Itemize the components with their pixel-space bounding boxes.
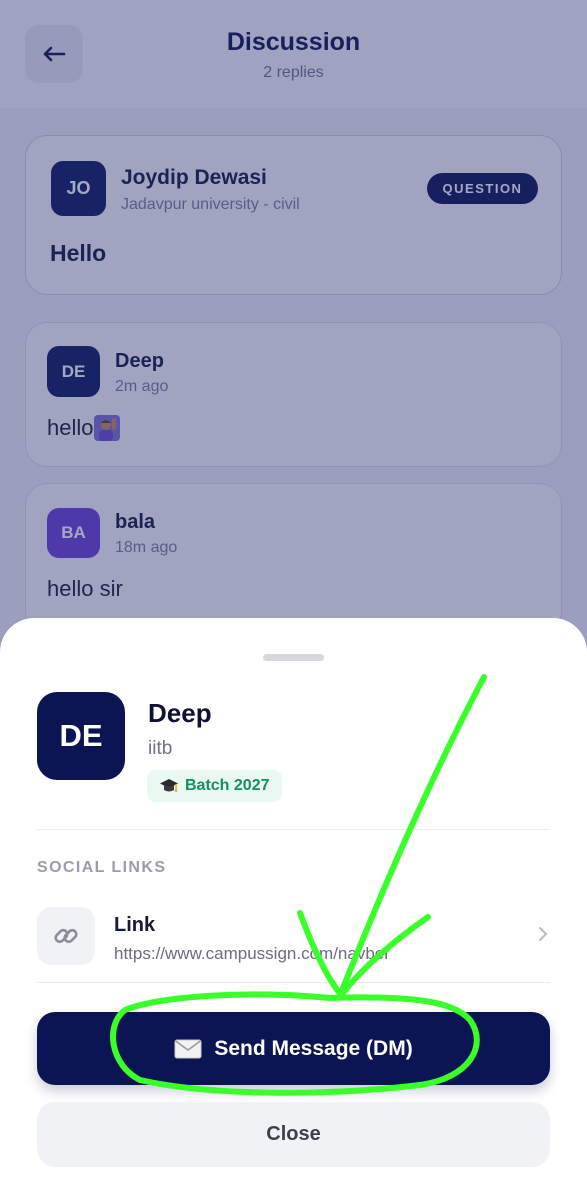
divider xyxy=(37,982,550,983)
divider xyxy=(37,829,550,830)
chevron-right-icon xyxy=(539,927,548,941)
link-url[interactable]: https://www.campussign.com/navber xyxy=(114,944,390,964)
batch-label: Batch 2027 xyxy=(185,777,270,794)
link-title: Link xyxy=(114,914,156,936)
profile-avatar: DE xyxy=(37,692,125,780)
batch-badge: Batch 2027 xyxy=(147,770,282,802)
close-button[interactable]: Close xyxy=(37,1102,550,1167)
profile-school: iitb xyxy=(148,738,173,759)
chain-link-icon xyxy=(54,928,78,944)
profile-bottom-sheet: DE Deep iitb Batch 2027 SOCIAL LINKS Lin… xyxy=(0,618,587,1199)
send-dm-button[interactable]: Send Message (DM) xyxy=(37,1012,550,1085)
profile-name: Deep xyxy=(148,698,212,728)
send-dm-label: Send Message (DM) xyxy=(214,1036,413,1060)
envelope-icon xyxy=(174,1039,202,1058)
link-icon-box xyxy=(37,907,95,965)
social-link-row[interactable]: Link https://www.campussign.com/navber xyxy=(37,904,550,976)
sheet-grabber[interactable] xyxy=(263,654,324,661)
social-links-heading: SOCIAL LINKS xyxy=(37,859,167,876)
graduation-cap-icon xyxy=(160,779,178,792)
